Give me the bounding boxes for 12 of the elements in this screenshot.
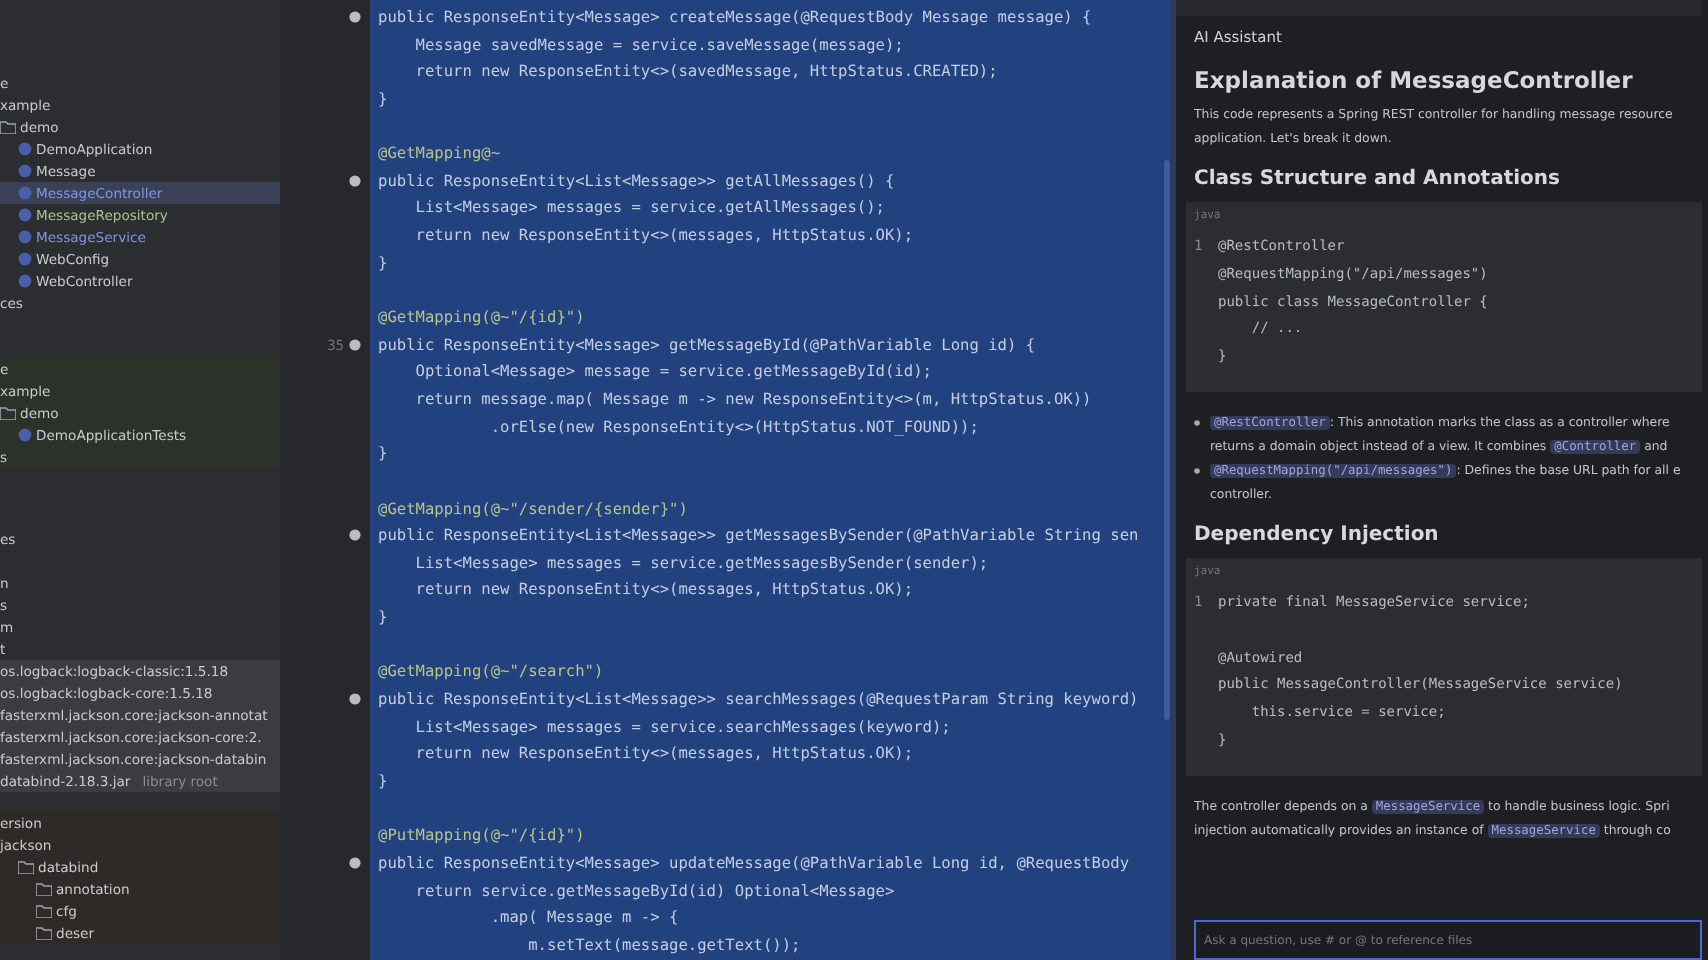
folder-icon (0, 406, 16, 420)
bean-icon[interactable] (348, 10, 362, 25)
bean-icon[interactable] (348, 856, 362, 871)
class-icon (18, 428, 32, 442)
bean-icon[interactable] (348, 528, 362, 543)
bean-icon[interactable] (348, 174, 362, 189)
heading: Explanation of MessageController (1194, 66, 1635, 94)
folder-icon (0, 120, 16, 134)
subheading: Dependency Injection (1194, 523, 1441, 546)
subheading: Class Structure and Annotations (1194, 168, 1562, 190)
bean-icon[interactable] (348, 692, 362, 707)
bean-icon[interactable] (348, 338, 362, 352)
